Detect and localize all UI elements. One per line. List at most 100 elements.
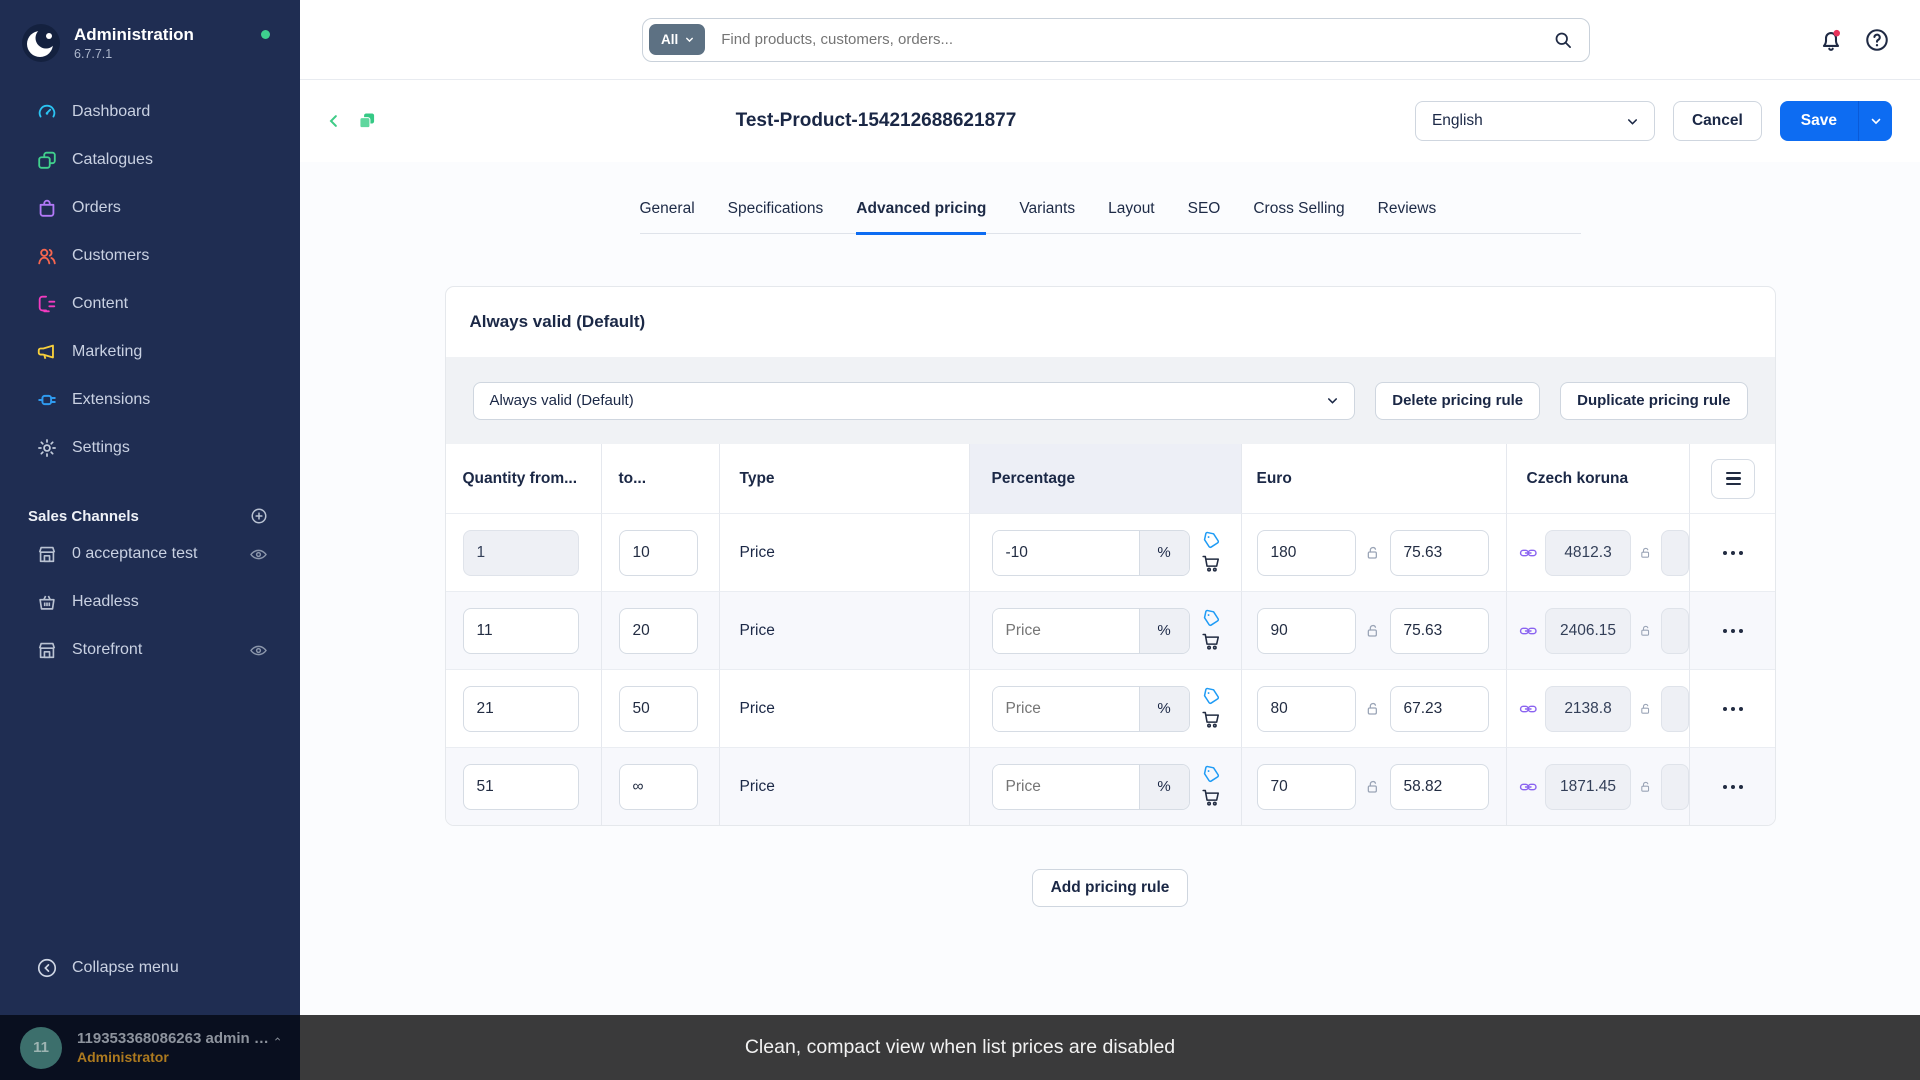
koruna-input[interactable] — [1545, 685, 1632, 732]
eye-icon[interactable] — [249, 641, 268, 660]
duplicate-pricing-rule-button[interactable]: Duplicate pricing rule — [1560, 381, 1748, 420]
col-header-to[interactable]: to... — [600, 444, 719, 513]
euro-gross-input[interactable] — [1256, 529, 1356, 576]
eye-icon[interactable] — [249, 545, 268, 564]
sidebar-item-settings[interactable]: Settings — [0, 424, 300, 472]
table-settings-button[interactable] — [1711, 458, 1755, 499]
quantity-to-input[interactable] — [618, 529, 698, 576]
unlock-icon[interactable] — [1365, 545, 1381, 561]
euro-gross-input[interactable] — [1256, 763, 1356, 810]
euro-gross-input[interactable] — [1256, 607, 1356, 654]
euro-net-input[interactable] — [1389, 529, 1489, 576]
tag-icon[interactable] — [1202, 609, 1221, 628]
tab-general[interactable]: General — [640, 200, 695, 233]
row-context-menu-button[interactable] — [1723, 706, 1743, 711]
back-icon[interactable] — [325, 112, 343, 130]
user-menu[interactable]: 11 119353368086263 admin … Administrator — [0, 1015, 300, 1080]
koruna-net-input-clipped[interactable] — [1660, 763, 1689, 810]
sidebar-item-catalogues[interactable]: Catalogues — [0, 136, 300, 184]
quantity-from-input[interactable] — [462, 685, 579, 732]
cart-icon[interactable] — [1201, 631, 1222, 652]
sidebar-channel-acceptance-test[interactable]: 0 acceptance test — [0, 530, 300, 578]
col-header-euro[interactable]: Euro — [1240, 444, 1506, 513]
euro-net-input[interactable] — [1389, 607, 1489, 654]
col-header-type[interactable]: Type — [718, 444, 969, 513]
row-context-menu-button[interactable] — [1723, 784, 1743, 789]
search-icon[interactable] — [1553, 30, 1573, 50]
tag-icon[interactable] — [1202, 531, 1221, 550]
koruna-input[interactable] — [1545, 607, 1632, 654]
tab-advanced-pricing[interactable]: Advanced pricing — [856, 200, 987, 235]
collapse-menu-button[interactable]: Collapse menu — [0, 944, 300, 992]
global-search[interactable]: All — [642, 17, 1590, 62]
link-icon[interactable] — [1519, 776, 1538, 798]
percentage-input[interactable] — [992, 686, 1139, 731]
unlock-icon[interactable] — [1365, 779, 1381, 795]
link-icon[interactable] — [1519, 542, 1538, 564]
col-header-czech-koruna[interactable]: Czech koruna — [1505, 444, 1689, 513]
tab-seo[interactable]: SEO — [1188, 200, 1221, 233]
col-header-quantity-from[interactable]: Quantity from... — [446, 444, 601, 513]
add-sales-channel-icon[interactable] — [250, 507, 268, 525]
delete-pricing-rule-button[interactable]: Delete pricing rule — [1375, 381, 1541, 420]
tab-specifications[interactable]: Specifications — [728, 200, 824, 233]
save-options-button[interactable] — [1858, 101, 1892, 141]
row-context-menu-button[interactable] — [1723, 628, 1743, 633]
row-context-menu-button[interactable] — [1723, 550, 1743, 555]
euro-gross-input[interactable] — [1256, 685, 1356, 732]
koruna-net-input-clipped[interactable] — [1660, 607, 1689, 654]
tab-layout[interactable]: Layout — [1108, 200, 1155, 233]
sidebar-item-dashboard[interactable]: Dashboard — [0, 88, 300, 136]
percentage-input[interactable] — [992, 608, 1139, 653]
add-pricing-rule-button[interactable]: Add pricing rule — [1031, 869, 1189, 907]
link-icon[interactable] — [1519, 620, 1538, 642]
quantity-to-input[interactable] — [618, 685, 698, 732]
cart-icon[interactable] — [1201, 553, 1222, 574]
koruna-input[interactable] — [1545, 763, 1632, 810]
sidebar-item-orders[interactable]: Orders — [0, 184, 300, 232]
quantity-from-input[interactable] — [462, 763, 579, 810]
quantity-from-input[interactable] — [462, 529, 579, 576]
language-select[interactable]: English — [1414, 101, 1655, 141]
rule-select[interactable]: Always valid (Default) — [472, 381, 1356, 420]
euro-net-input[interactable] — [1389, 763, 1489, 810]
link-icon[interactable] — [1519, 698, 1538, 720]
help-icon[interactable] — [1864, 27, 1890, 53]
col-header-percentage[interactable]: Percentage — [968, 444, 1241, 513]
unlock-icon[interactable] — [1639, 545, 1652, 561]
sidebar-item-customers[interactable]: Customers — [0, 232, 300, 280]
tab-reviews[interactable]: Reviews — [1378, 200, 1437, 233]
sidebar-item-marketing[interactable]: Marketing — [0, 328, 300, 376]
unlock-icon[interactable] — [1365, 623, 1381, 639]
notifications-bell-icon[interactable] — [1818, 27, 1844, 53]
koruna-net-input-clipped[interactable] — [1660, 529, 1689, 576]
koruna-input[interactable] — [1545, 529, 1632, 576]
tag-icon[interactable] — [1202, 765, 1221, 784]
cart-icon[interactable] — [1201, 709, 1222, 730]
euro-net-input[interactable] — [1389, 685, 1489, 732]
tag-icon[interactable] — [1202, 687, 1221, 706]
tab-variants[interactable]: Variants — [1019, 200, 1075, 233]
quantity-from-input[interactable] — [462, 607, 579, 654]
search-input[interactable] — [721, 31, 1553, 48]
unlock-icon[interactable] — [1639, 779, 1652, 795]
unlock-icon[interactable] — [1365, 701, 1381, 717]
unlock-icon[interactable] — [1639, 701, 1652, 717]
sidebar-item-extensions[interactable]: Extensions — [0, 376, 300, 424]
pricing-table: Quantity from... to... Type Percentage E… — [445, 444, 1775, 825]
search-scope-dropdown[interactable]: All — [649, 24, 706, 55]
tab-cross-selling[interactable]: Cross Selling — [1253, 200, 1344, 233]
duplicate-product-icon[interactable] — [357, 111, 377, 131]
sidebar-item-content[interactable]: Content — [0, 280, 300, 328]
percentage-input[interactable] — [992, 764, 1139, 809]
koruna-net-input-clipped[interactable] — [1660, 685, 1689, 732]
quantity-to-input[interactable] — [618, 763, 698, 810]
cancel-button[interactable]: Cancel — [1672, 101, 1762, 141]
save-button[interactable]: Save — [1779, 101, 1858, 141]
quantity-to-input[interactable] — [618, 607, 698, 654]
percentage-input[interactable] — [992, 530, 1139, 575]
cart-icon[interactable] — [1201, 787, 1222, 808]
sidebar-channel-storefront[interactable]: Storefront — [0, 626, 300, 674]
sidebar-channel-headless[interactable]: Headless — [0, 578, 300, 626]
unlock-icon[interactable] — [1639, 623, 1652, 639]
